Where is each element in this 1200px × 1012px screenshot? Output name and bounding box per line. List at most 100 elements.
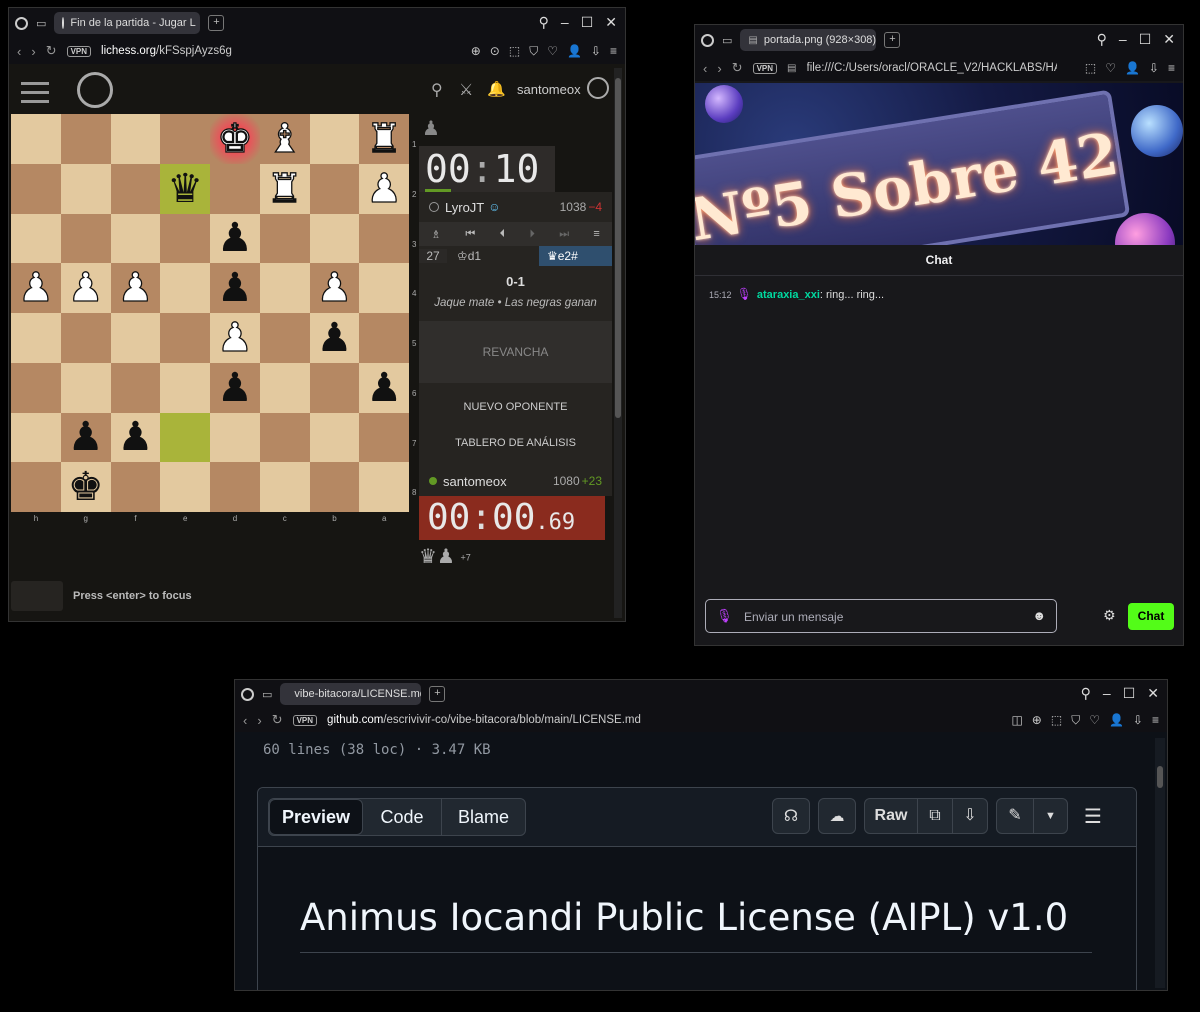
chess-board[interactable]: ♚ ♝ ♜ ♛ ♜ ♟ ♟ ♟ ♟ ♟ ♟ ♟ ♟ ♟ ♟ ♟ ♟ ♟ ♚ xyxy=(11,114,409,512)
board-square[interactable]: ♟ xyxy=(210,362,260,413)
back-icon[interactable]: ‹ xyxy=(243,713,247,728)
search-icon[interactable]: ⚲ xyxy=(431,80,443,100)
board-square[interactable]: ♟ xyxy=(309,313,360,363)
url-field[interactable]: github.com/escrivivir-co/vibe-bitacora/b… xyxy=(327,714,641,726)
new-tab-button[interactable]: + xyxy=(208,15,225,31)
board-square[interactable] xyxy=(110,362,161,413)
white-rook-piece[interactable]: ♜ xyxy=(266,168,303,209)
close-button[interactable]: ✕ xyxy=(605,14,617,31)
analysis-icon[interactable]: ♗ xyxy=(431,228,441,241)
board-square[interactable] xyxy=(11,362,61,413)
board-square[interactable] xyxy=(309,114,360,164)
crosshair-icon[interactable]: ⊙ xyxy=(490,44,500,59)
reload-icon[interactable]: ↻ xyxy=(46,43,57,59)
chat-input-box[interactable] xyxy=(11,581,63,611)
board-square[interactable] xyxy=(259,412,310,463)
profile-icon[interactable]: 👤 xyxy=(1109,713,1124,728)
profile-icon[interactable]: 👤 xyxy=(1125,61,1140,75)
tab-github[interactable]: vibe-bitacora/LICENSE.md xyxy=(280,683,422,705)
url-field[interactable]: file:///C:/Users/oracl/ORACLE_V2/HACKLAB… xyxy=(807,62,1057,74)
raw-button[interactable]: Raw xyxy=(865,799,918,833)
move-black[interactable]: ♛e2# xyxy=(539,246,612,266)
tab-image[interactable]: ▤ portada.png (928×308) xyxy=(740,29,877,51)
vpn-badge[interactable]: VPN xyxy=(66,45,92,57)
split-view-icon[interactable]: ◫ xyxy=(1011,713,1022,728)
white-pawn-piece[interactable]: ♟ xyxy=(316,267,353,308)
board-square[interactable]: ♜ xyxy=(259,163,310,214)
board-square[interactable]: ♟ xyxy=(110,263,161,313)
board-square[interactable] xyxy=(309,362,360,413)
heart-icon[interactable]: ♡ xyxy=(547,44,558,59)
board-square[interactable] xyxy=(309,163,360,214)
white-pawn-piece[interactable]: ♟ xyxy=(67,267,104,308)
menu-icon[interactable]: ≡ xyxy=(1152,713,1159,728)
white-pawn-piece[interactable]: ♟ xyxy=(216,317,253,358)
new-opponent-button[interactable]: NUEVO OPONENTE xyxy=(419,395,612,419)
white-rook-piece[interactable]: ♜ xyxy=(366,118,403,159)
forward-icon[interactable]: › xyxy=(31,44,35,59)
board-square[interactable] xyxy=(359,263,409,313)
board-square[interactable] xyxy=(259,313,310,363)
minimize-button[interactable]: – xyxy=(1119,31,1127,48)
board-square[interactable] xyxy=(210,163,260,214)
reload-icon[interactable]: ↻ xyxy=(732,60,743,76)
board-square[interactable]: ♜ xyxy=(359,114,409,164)
board-square[interactable] xyxy=(110,213,161,264)
board-square[interactable] xyxy=(60,313,111,363)
rematch-button[interactable]: REVANCHA xyxy=(419,321,612,383)
board-square[interactable] xyxy=(359,412,409,463)
search-icon[interactable]: ⚲ xyxy=(539,14,549,31)
board-square[interactable]: ♟ xyxy=(359,163,409,214)
hamburger-icon[interactable] xyxy=(21,82,49,103)
chevron-down-icon[interactable]: ▼ xyxy=(1034,799,1067,833)
black-pawn-piece[interactable]: ♟ xyxy=(217,268,253,308)
search-icon[interactable]: ⚲ xyxy=(1081,685,1091,702)
first-move-icon[interactable]: ⏮ xyxy=(465,228,475,241)
chat-send-button[interactable]: Chat xyxy=(1128,603,1174,630)
maximize-button[interactable]: ☐ xyxy=(581,14,594,31)
maximize-button[interactable]: ☐ xyxy=(1123,685,1136,702)
board-square[interactable]: ♛ xyxy=(160,163,210,214)
board-square[interactable] xyxy=(110,163,161,214)
shield-icon[interactable]: ⛉ xyxy=(529,44,538,59)
zoom-icon[interactable]: ⊕ xyxy=(471,44,481,59)
chat-input[interactable]: 🎙 Enviar un mensaje ☻ xyxy=(705,599,1057,633)
heart-icon[interactable]: ♡ xyxy=(1089,713,1100,728)
board-square[interactable] xyxy=(160,313,210,363)
black-pawn-piece[interactable]: ♟ xyxy=(217,218,253,258)
move-white[interactable]: ♔d1 xyxy=(447,249,539,263)
download-icon[interactable]: ⇩ xyxy=(1133,713,1143,728)
board-square[interactable]: ♟ xyxy=(210,313,260,363)
white-bishop-piece[interactable]: ♝ xyxy=(266,118,303,159)
mic-icon[interactable]: 🎙 xyxy=(716,608,733,624)
black-pawn-piece[interactable]: ♟ xyxy=(366,368,402,408)
board-square[interactable] xyxy=(60,213,111,264)
maximize-button[interactable]: ☐ xyxy=(1139,31,1152,48)
board-square[interactable]: ♟ xyxy=(210,263,260,313)
swords-icon[interactable]: ⚔ xyxy=(459,80,473,100)
tab-preview[interactable]: Preview xyxy=(269,799,363,835)
board-square[interactable] xyxy=(11,412,61,463)
player-name[interactable]: santomeox xyxy=(443,474,507,489)
tab-code[interactable]: Code xyxy=(363,799,442,835)
menu-icon[interactable]: ≡ xyxy=(593,228,599,240)
opera-icon[interactable] xyxy=(701,33,714,47)
copilot-button[interactable]: ☊ xyxy=(772,798,810,834)
prev-move-icon[interactable]: ⏴ xyxy=(500,228,506,241)
codespaces-button[interactable]: ☁ xyxy=(818,798,856,834)
board-square[interactable]: ♟ xyxy=(359,362,409,413)
board-square[interactable] xyxy=(160,362,210,413)
shield-icon[interactable]: ⛉ xyxy=(1071,713,1080,728)
opera-icon[interactable] xyxy=(241,687,254,701)
bell-icon[interactable]: 🔔 xyxy=(487,80,506,98)
download-icon[interactable]: ⇩ xyxy=(1149,61,1159,75)
zoom-icon[interactable]: ⊕ xyxy=(1032,713,1042,728)
gamepad-icon[interactable]: ▭ xyxy=(262,688,272,701)
vpn-badge[interactable]: VPN xyxy=(292,714,318,726)
snapshot-icon[interactable]: ⬚ xyxy=(1085,61,1096,75)
board-square[interactable] xyxy=(259,263,310,313)
user-avatar-icon[interactable] xyxy=(587,77,609,99)
settings-icon[interactable]: ⚙ xyxy=(1103,607,1116,624)
board-square[interactable] xyxy=(210,462,260,512)
copy-icon[interactable]: ⧉ xyxy=(918,799,953,833)
